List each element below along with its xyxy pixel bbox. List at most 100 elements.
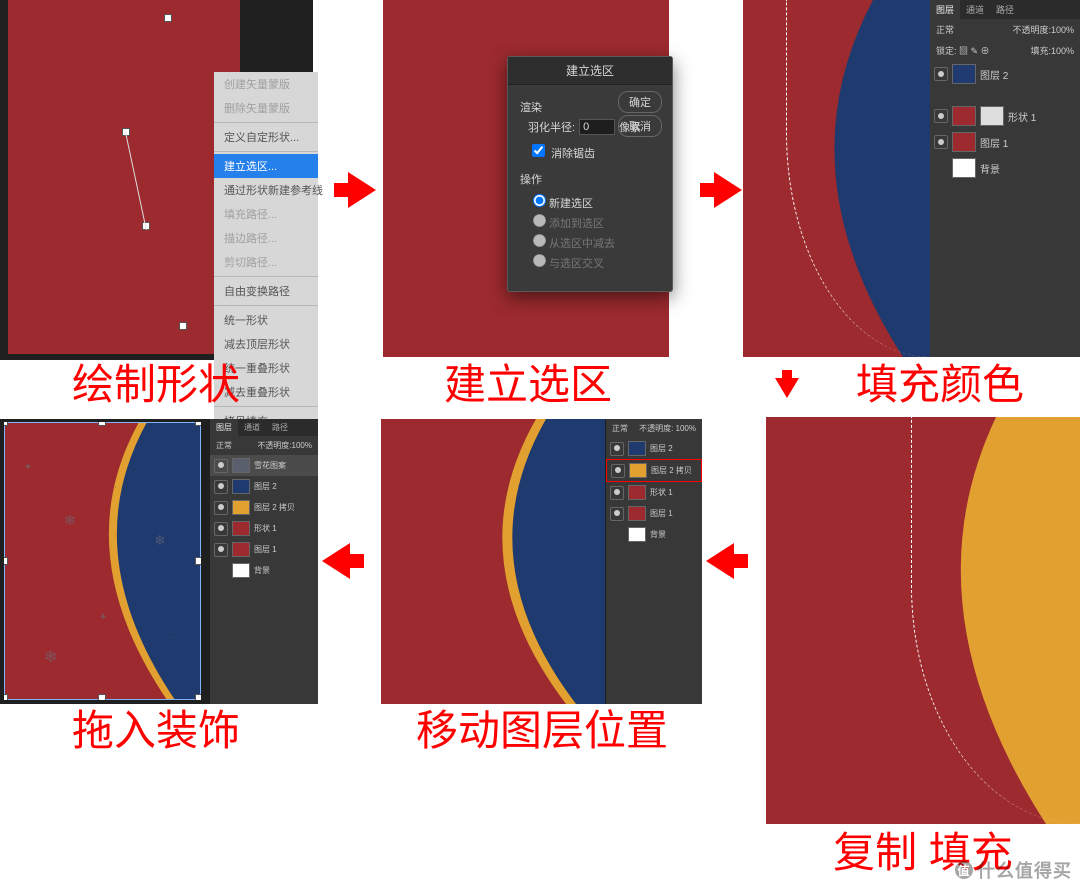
layer-name: 背景 xyxy=(980,161,1000,176)
sparkle-icon: ✦ xyxy=(99,612,107,623)
dialog-title: 建立选区 xyxy=(508,57,672,85)
panel-fill-color: 图层 通道 路径 正常不透明度:100% 锁定: ▧ ✎ ⊕填充:100% 图层… xyxy=(743,0,1080,357)
visibility-icon[interactable] xyxy=(610,507,624,521)
tab-paths[interactable]: 路径 xyxy=(266,419,294,436)
layer-row[interactable]: 图层 2 xyxy=(210,476,318,497)
canvas-p1 xyxy=(8,0,240,354)
menu-item[interactable]: 减去顶层形状 xyxy=(214,332,318,356)
layer-row[interactable]: 背景 xyxy=(606,524,702,545)
sparkle-icon: · xyxy=(34,572,37,583)
visibility-icon[interactable] xyxy=(610,442,624,456)
transform-handle[interactable] xyxy=(195,694,201,700)
layer-thumb xyxy=(232,479,250,494)
tab-layers[interactable]: 图层 xyxy=(210,419,238,436)
menu-item-define-shape[interactable]: 定义自定形状... xyxy=(214,125,318,149)
layer-row[interactable]: 背景 xyxy=(930,155,1080,181)
layer-row[interactable]: 图层 1 xyxy=(210,539,318,560)
menu-item-delete-vector-mask[interactable]: 删除矢量蒙版 xyxy=(214,96,318,120)
layer-thumb xyxy=(232,500,250,515)
blend-mode[interactable]: 正常 xyxy=(936,23,954,36)
sparkle-icon: · xyxy=(114,482,117,493)
transform-handle[interactable] xyxy=(4,694,8,700)
menu-item[interactable]: 统一形状 xyxy=(214,308,318,332)
layer-name: 背景 xyxy=(254,565,270,576)
visibility-icon[interactable] xyxy=(934,67,948,81)
caption-p3: 填充颜色 xyxy=(810,362,1070,408)
layer-name: 图层 1 xyxy=(980,135,1008,150)
opacity-value[interactable]: 100% xyxy=(1051,25,1074,35)
transform-handle[interactable] xyxy=(4,422,8,426)
op-add-label: 添加到选区 xyxy=(549,218,604,230)
blend-mode[interactable]: 正常 xyxy=(612,423,628,434)
opacity-value[interactable]: 不透明度: 100% xyxy=(639,423,696,434)
layers-panel-p6: 图层通道路径 正常不透明度:100% 雪花图案 图层 2 图层 2 拷贝 形状 … xyxy=(210,419,318,704)
menu-item[interactable]: 剪切路径... xyxy=(214,250,318,274)
transform-box[interactable] xyxy=(4,422,201,700)
visibility-icon[interactable] xyxy=(214,459,228,473)
panel-move-layer: 正常不透明度: 100% 图层 2 图层 2 拷贝 形状 1 图层 1 背景 xyxy=(381,419,702,704)
layer-row[interactable]: 图层 1 xyxy=(606,503,702,524)
visibility-icon[interactable] xyxy=(214,480,228,494)
layer-row[interactable]: 形状 1 xyxy=(606,482,702,503)
layer-row[interactable]: 图层 2 拷贝 xyxy=(210,497,318,518)
transform-handle[interactable] xyxy=(98,422,106,426)
layer-thumb xyxy=(232,542,250,557)
fill-value[interactable]: 100% xyxy=(1051,46,1074,56)
layer-thumb xyxy=(628,485,646,500)
layer-row[interactable]: 背景 xyxy=(210,560,318,581)
tab-layers[interactable]: 图层 xyxy=(930,0,960,19)
transform-handle[interactable] xyxy=(98,694,106,700)
arrow-left-icon xyxy=(706,543,734,579)
layer-row[interactable]: 图层 2 xyxy=(930,61,1080,87)
op-new-radio[interactable] xyxy=(533,194,546,207)
layer-name: 雪花图案 xyxy=(254,460,286,471)
op-sub-label: 从选区中减去 xyxy=(549,238,615,250)
menu-item-make-selection[interactable]: 建立选区... xyxy=(214,154,318,178)
visibility-icon[interactable] xyxy=(934,135,948,149)
watermark: 值什么值得买 xyxy=(955,857,1072,883)
feather-input[interactable] xyxy=(579,119,615,135)
layer-row[interactable]: 图层 1 xyxy=(930,129,1080,155)
sparkle-icon: · xyxy=(134,672,137,683)
layer-thumb xyxy=(628,441,646,456)
visibility-icon[interactable] xyxy=(610,486,624,500)
layer-thumb xyxy=(232,521,250,536)
tab-channels[interactable]: 通道 xyxy=(238,419,266,436)
transform-handle[interactable] xyxy=(195,422,201,426)
path-anchor[interactable] xyxy=(179,322,187,330)
visibility-icon[interactable] xyxy=(934,109,948,123)
layer-row[interactable]: 形状 1 xyxy=(210,518,318,539)
panel-copy-fill xyxy=(766,417,1080,824)
caption-p6: 拖入装饰 xyxy=(46,708,266,754)
transform-handle[interactable] xyxy=(195,557,201,565)
layer-row-selected[interactable]: 雪花图案 xyxy=(210,455,318,476)
menu-item-create-vector-mask[interactable]: 创建矢量蒙版 xyxy=(214,72,318,96)
lock-label: 锁定: xyxy=(936,46,957,56)
path-anchor[interactable] xyxy=(164,14,172,22)
layer-name: 图层 2 xyxy=(254,481,277,492)
menu-item[interactable]: 描边路径... xyxy=(214,226,318,250)
visibility-icon[interactable] xyxy=(214,501,228,515)
layer-row[interactable]: 形状 1 xyxy=(930,103,1080,129)
arrow-right-icon xyxy=(348,172,376,208)
transform-handle[interactable] xyxy=(4,557,8,565)
tab-paths[interactable]: 路径 xyxy=(990,0,1020,19)
tab-channels[interactable]: 通道 xyxy=(960,0,990,19)
layer-row[interactable]: 图层 2 xyxy=(606,438,702,459)
visibility-icon[interactable] xyxy=(214,522,228,536)
menu-item-free-transform[interactable]: 自由变换路径 xyxy=(214,279,318,303)
layer-row-highlighted[interactable]: 图层 2 拷贝 xyxy=(606,459,702,482)
caption-p5: 移动图层位置 xyxy=(372,708,712,754)
antialias-checkbox[interactable] xyxy=(532,144,545,157)
op-int-label: 与选区交叉 xyxy=(549,258,604,270)
visibility-icon[interactable] xyxy=(611,464,625,478)
arrow-down-icon xyxy=(775,378,799,398)
sparkle-icon: ❄ xyxy=(44,647,57,667)
menu-item-new-guide[interactable]: 通过形状新建参考线 xyxy=(214,178,318,202)
blend-mode[interactable]: 正常 xyxy=(216,440,232,451)
ok-button[interactable]: 确定 xyxy=(618,91,662,113)
layer-thumb xyxy=(952,132,976,152)
cancel-button[interactable]: 取消 xyxy=(618,115,662,137)
menu-item[interactable]: 填充路径... xyxy=(214,202,318,226)
visibility-icon[interactable] xyxy=(214,543,228,557)
